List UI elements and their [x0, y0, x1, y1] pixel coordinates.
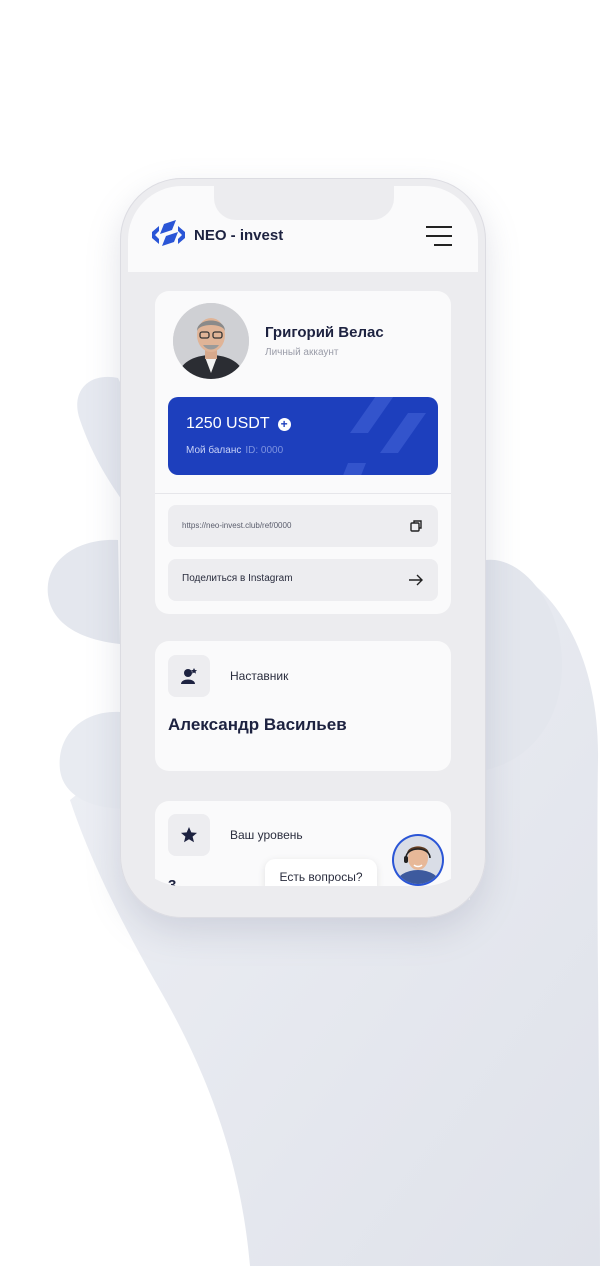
mentor-icon	[181, 668, 197, 684]
mentor-card: Наставник Александр Васильев	[155, 641, 451, 771]
balance-amount: 1250 USDT +	[186, 415, 291, 433]
help-button[interactable]: Есть вопросы?	[265, 859, 377, 886]
level-label: Ваш уровень	[230, 828, 303, 842]
referral-link: https://neo-invest.club/ref/0000	[182, 521, 292, 530]
mentor-icon-box	[168, 655, 210, 697]
hamburger-menu-icon[interactable]	[426, 226, 452, 246]
share-instagram-button[interactable]: Поделиться в Instagram	[168, 559, 438, 601]
referral-link-field[interactable]: https://neo-invest.club/ref/0000	[168, 505, 438, 547]
balance-decoration	[343, 397, 426, 475]
logo[interactable]: NEO - invest	[150, 220, 283, 250]
phone-screen: NEO - invest Григорий Велас Личный аккау…	[128, 186, 478, 886]
neo-logo-icon	[152, 220, 185, 246]
user-name: Григорий Велас	[265, 324, 384, 341]
level-icon-box	[168, 814, 210, 856]
balance-label: Мой баланс ID: 0000	[186, 445, 283, 456]
balance-value: 1250 USDT	[186, 415, 270, 432]
balance-id: ID: 0000	[245, 445, 284, 456]
phone-frame: NEO - invest Григорий Велас Личный аккау…	[120, 178, 486, 918]
user-avatar[interactable]	[173, 303, 249, 379]
copy-icon[interactable]	[408, 518, 424, 534]
arrow-right-icon	[409, 574, 423, 586]
level-value: 3	[168, 877, 177, 886]
phone-notch	[214, 186, 394, 220]
plus-circle-icon[interactable]: +	[277, 417, 291, 431]
balance-card[interactable]: 1250 USDT + Мой баланс ID: 0000	[168, 397, 438, 475]
mentor-name: Александр Васильев	[168, 715, 347, 734]
logo-text: NEO - invest	[194, 226, 284, 244]
share-label: Поделиться в Instagram	[182, 573, 293, 584]
balance-label-text: Мой баланс	[186, 445, 242, 456]
star-icon	[181, 827, 197, 843]
divider	[155, 493, 451, 494]
account-type: Личный аккаунт	[265, 347, 339, 358]
support-avatar[interactable]	[392, 834, 444, 886]
mentor-label: Наставник	[230, 669, 289, 683]
profile-card: Григорий Велас Личный аккаунт 1250 USDT …	[155, 291, 451, 614]
